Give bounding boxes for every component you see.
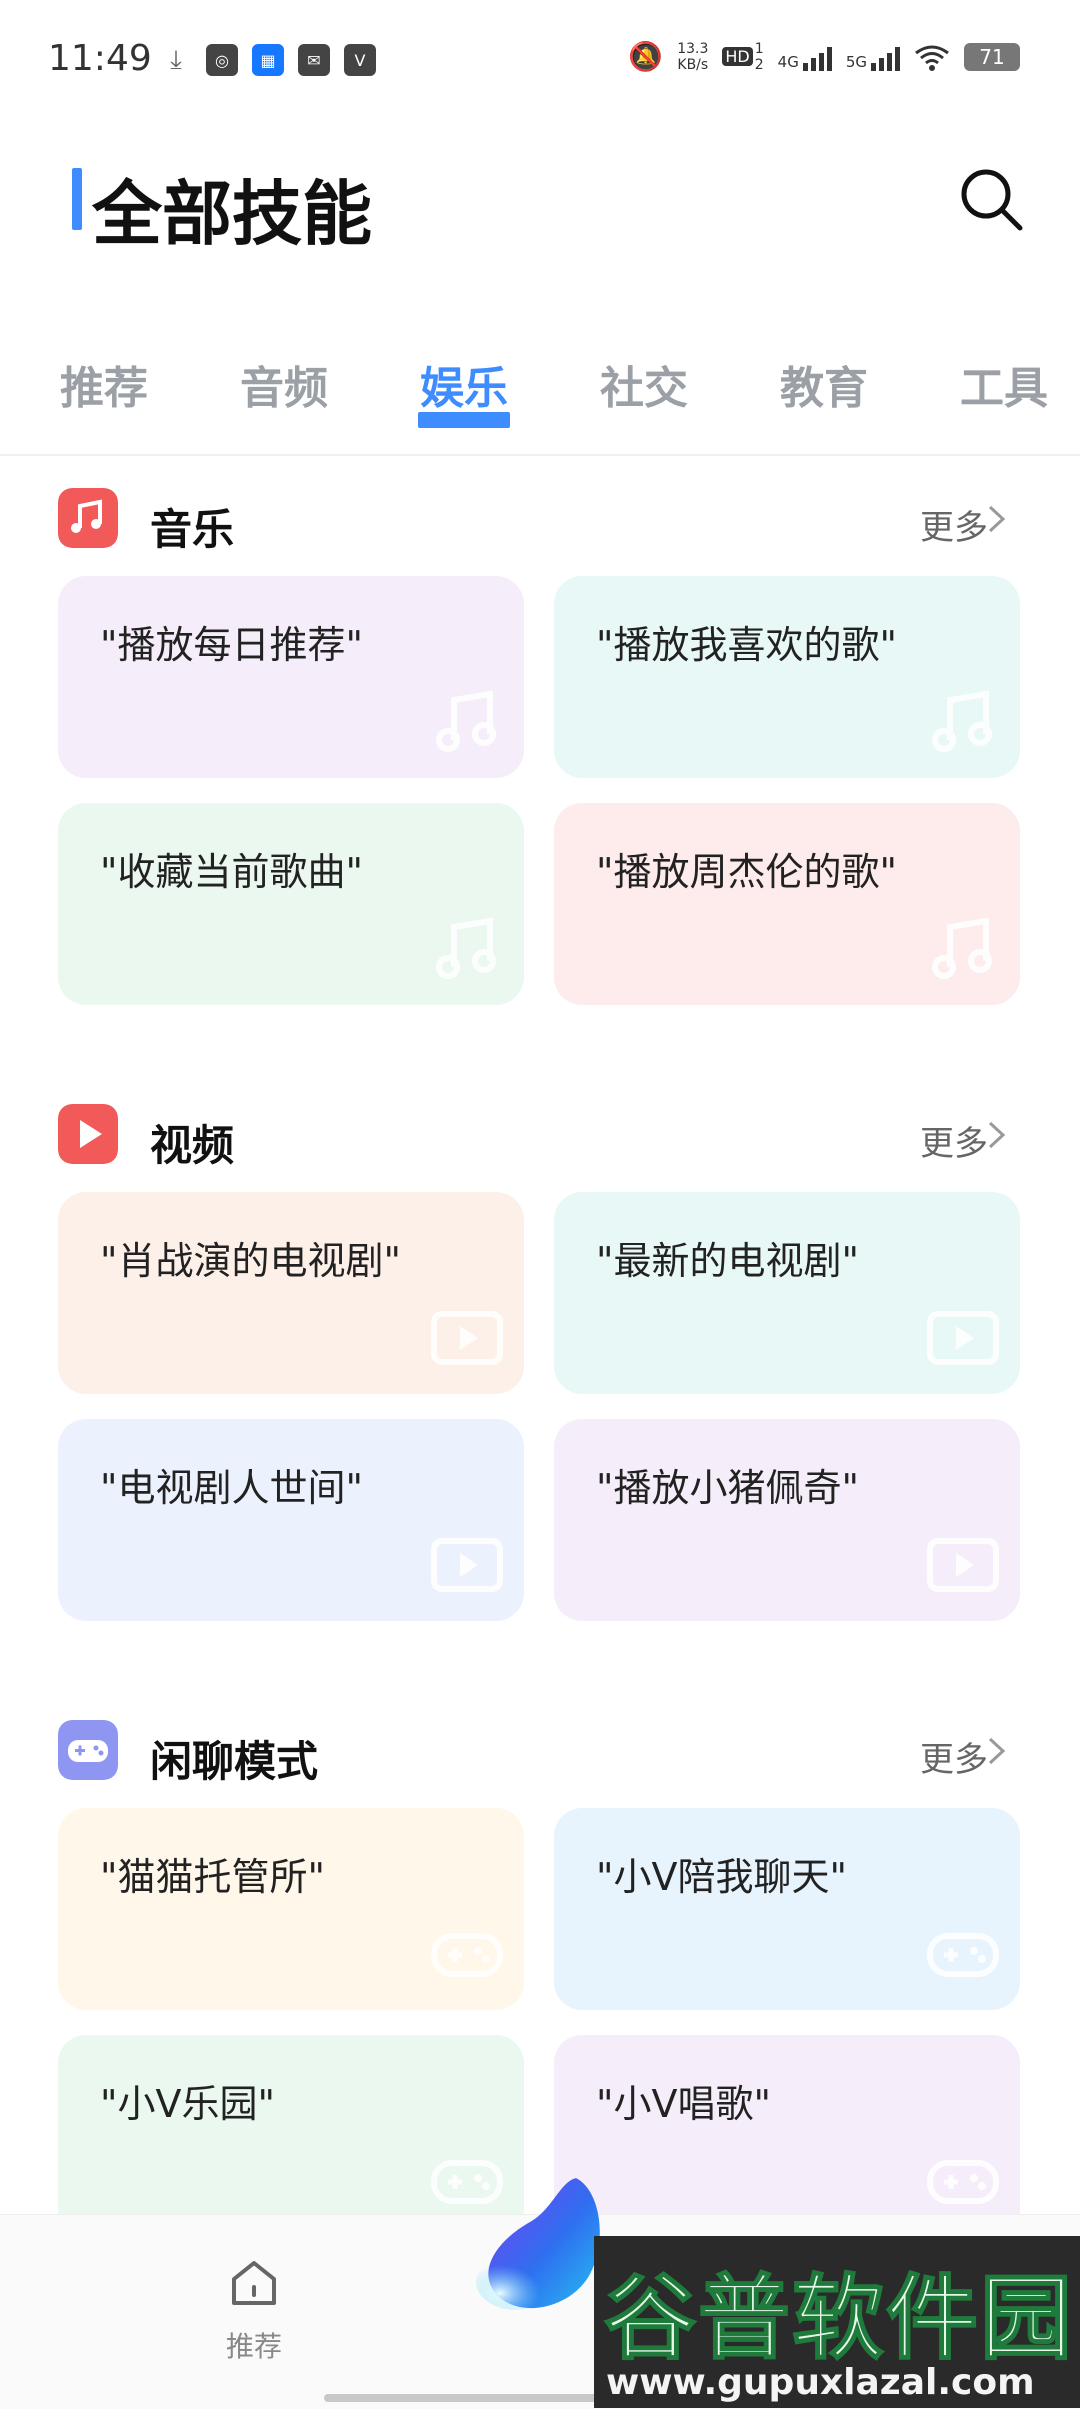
skill-card[interactable]: "小V陪我聊天" bbox=[554, 1808, 1020, 2010]
status-time: 11:49 bbox=[48, 38, 152, 79]
hd-app-icon: ▦ bbox=[252, 44, 284, 76]
section-title: 音乐 bbox=[150, 505, 235, 554]
tab-recommend[interactable]: 推荐 bbox=[60, 352, 148, 416]
app-icon: ◎ bbox=[206, 44, 238, 76]
skill-card[interactable]: "播放每日推荐" bbox=[58, 576, 524, 778]
music-note-icon bbox=[932, 917, 992, 979]
status-bar: 11:49 ⤓ ◎ ▦ ✉ V 🔕 13.3 KB/s HD 12 4G 5G bbox=[0, 0, 1080, 120]
section-header: 视频 更多 bbox=[58, 1092, 1020, 1172]
mute-bell-icon: 🔕 bbox=[628, 40, 664, 73]
more-link[interactable]: 更多 bbox=[920, 500, 988, 549]
play-icon bbox=[927, 1311, 999, 1365]
section-title: 视频 bbox=[150, 1121, 235, 1170]
skill-card[interactable]: "肖战演的电视剧" bbox=[58, 1192, 524, 1394]
active-tab-indicator bbox=[418, 412, 510, 428]
section-video: 视频 更多 "肖战演的电视剧" "最新的电视剧" "电视剧人世间" "播放小猪佩… bbox=[58, 1092, 1020, 1621]
signal-5g: 5G bbox=[846, 43, 900, 71]
search-icon[interactable] bbox=[956, 164, 1028, 236]
tabs-divider bbox=[0, 454, 1080, 456]
gamepad-icon bbox=[431, 1933, 503, 1977]
music-note-icon bbox=[436, 690, 496, 752]
play-icon bbox=[927, 1538, 999, 1592]
skill-card[interactable]: "小V乐园" bbox=[58, 2035, 524, 2237]
section-title: 闲聊模式 bbox=[150, 1737, 319, 1786]
video-icon bbox=[58, 1104, 118, 1164]
signal-bars-icon bbox=[871, 43, 900, 71]
chevron-right-icon[interactable] bbox=[986, 1120, 1008, 1150]
skill-card[interactable]: "小V唱歌" bbox=[554, 2035, 1020, 2237]
tab-entertainment[interactable]: 娱乐 bbox=[420, 352, 508, 416]
tab-tools[interactable]: 工具 bbox=[960, 352, 1048, 416]
wifi-icon bbox=[915, 45, 949, 71]
page-title: 全部技能 bbox=[92, 173, 372, 255]
watermark-url: www.gupuxlazal.com bbox=[606, 2362, 1035, 2403]
status-left-icons: ⤓ ◎ ▦ ✉ V bbox=[160, 44, 376, 76]
signal-bars-icon bbox=[802, 43, 832, 71]
skill-card[interactable]: "猫猫托管所" bbox=[58, 1808, 524, 2010]
music-icon bbox=[58, 488, 118, 548]
skill-card[interactable]: "最新的电视剧" bbox=[554, 1192, 1020, 1394]
skill-card[interactable]: "播放周杰伦的歌" bbox=[554, 803, 1020, 1005]
chevron-right-icon[interactable] bbox=[986, 1736, 1008, 1766]
network-speed: 13.3 KB/s bbox=[677, 40, 709, 73]
gamepad-icon bbox=[927, 2160, 999, 2204]
home-icon bbox=[232, 2261, 276, 2305]
music-note-icon bbox=[932, 690, 992, 752]
play-icon bbox=[431, 1311, 503, 1365]
vivo-icon: V bbox=[344, 44, 376, 76]
section-header: 闲聊模式 更多 bbox=[58, 1708, 1020, 1788]
category-tabs: 推荐 音频 娱乐 社交 教育 工具 bbox=[60, 352, 1080, 432]
more-link[interactable]: 更多 bbox=[920, 1732, 988, 1781]
nav-item-recommend[interactable]: 推荐 bbox=[154, 2255, 354, 2365]
skill-card[interactable]: "收藏当前歌曲" bbox=[58, 803, 524, 1005]
tab-social[interactable]: 社交 bbox=[600, 352, 688, 416]
status-right-icons: 🔕 13.3 KB/s HD 12 4G 5G 71 bbox=[628, 40, 1020, 73]
skill-card[interactable]: "电视剧人世间" bbox=[58, 1419, 524, 1621]
tab-education[interactable]: 教育 bbox=[780, 352, 868, 416]
watermark: 谷普软件园 www.gupuxlazal.com bbox=[594, 2236, 1080, 2408]
section-header: 音乐 更多 bbox=[58, 476, 1020, 556]
title-accent-bar bbox=[72, 168, 82, 230]
signal-4g: 4G bbox=[778, 43, 832, 71]
skill-card[interactable]: "播放我喜欢的歌" bbox=[554, 576, 1020, 778]
hd-badge: HD 12 bbox=[722, 41, 764, 73]
section-chat-mode: 闲聊模式 更多 "猫猫托管所" "小V陪我聊天" "小V乐园" "小V唱歌" bbox=[58, 1708, 1020, 2237]
battery-indicator: 71 bbox=[964, 42, 1020, 71]
download-icon: ⤓ bbox=[170, 44, 182, 75]
gamepad-icon bbox=[58, 1720, 118, 1780]
section-music: 音乐 更多 "播放每日推荐" "播放我喜欢的歌" "收藏当前歌曲" "播放周杰伦… bbox=[58, 476, 1020, 1005]
gamepad-icon bbox=[927, 1933, 999, 1977]
more-link[interactable]: 更多 bbox=[920, 1116, 988, 1165]
chevron-right-icon[interactable] bbox=[986, 504, 1008, 534]
watermark-title: 谷普软件园 bbox=[603, 2264, 1075, 2373]
play-icon bbox=[431, 1538, 503, 1592]
tab-audio[interactable]: 音频 bbox=[240, 352, 328, 416]
music-note-icon bbox=[436, 917, 496, 979]
message-icon: ✉ bbox=[298, 44, 330, 76]
nav-label: 推荐 bbox=[225, 2330, 282, 2363]
skill-card[interactable]: "播放小猪佩奇" bbox=[554, 1419, 1020, 1621]
